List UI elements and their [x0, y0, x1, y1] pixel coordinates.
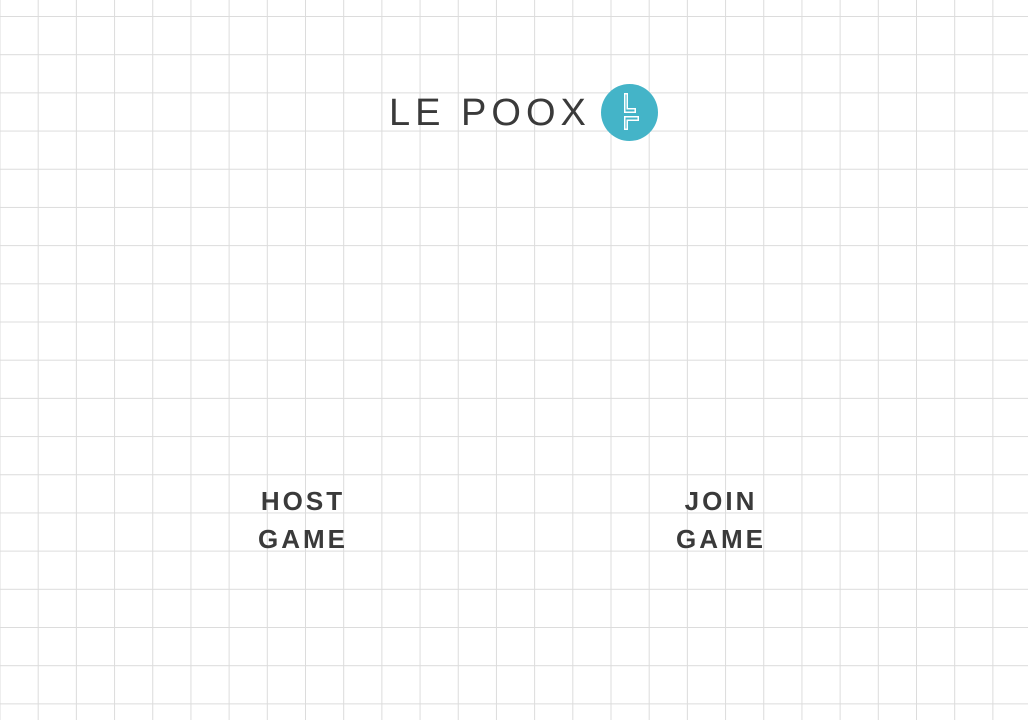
host-game-label-line2: GAME — [258, 524, 348, 554]
join-game-label-line1: JOIN — [684, 486, 758, 516]
host-game-label-line1: HOST — [260, 486, 346, 516]
poox-logo-icon — [601, 84, 658, 141]
join-game-label-line2: GAME — [676, 524, 766, 554]
host-game-button[interactable]: HOST GAME — [223, 482, 383, 558]
join-game-button[interactable]: JOIN GAME — [641, 482, 801, 558]
header: LE POOX — [0, 84, 1028, 142]
game-title: LE POOX — [389, 92, 591, 134]
